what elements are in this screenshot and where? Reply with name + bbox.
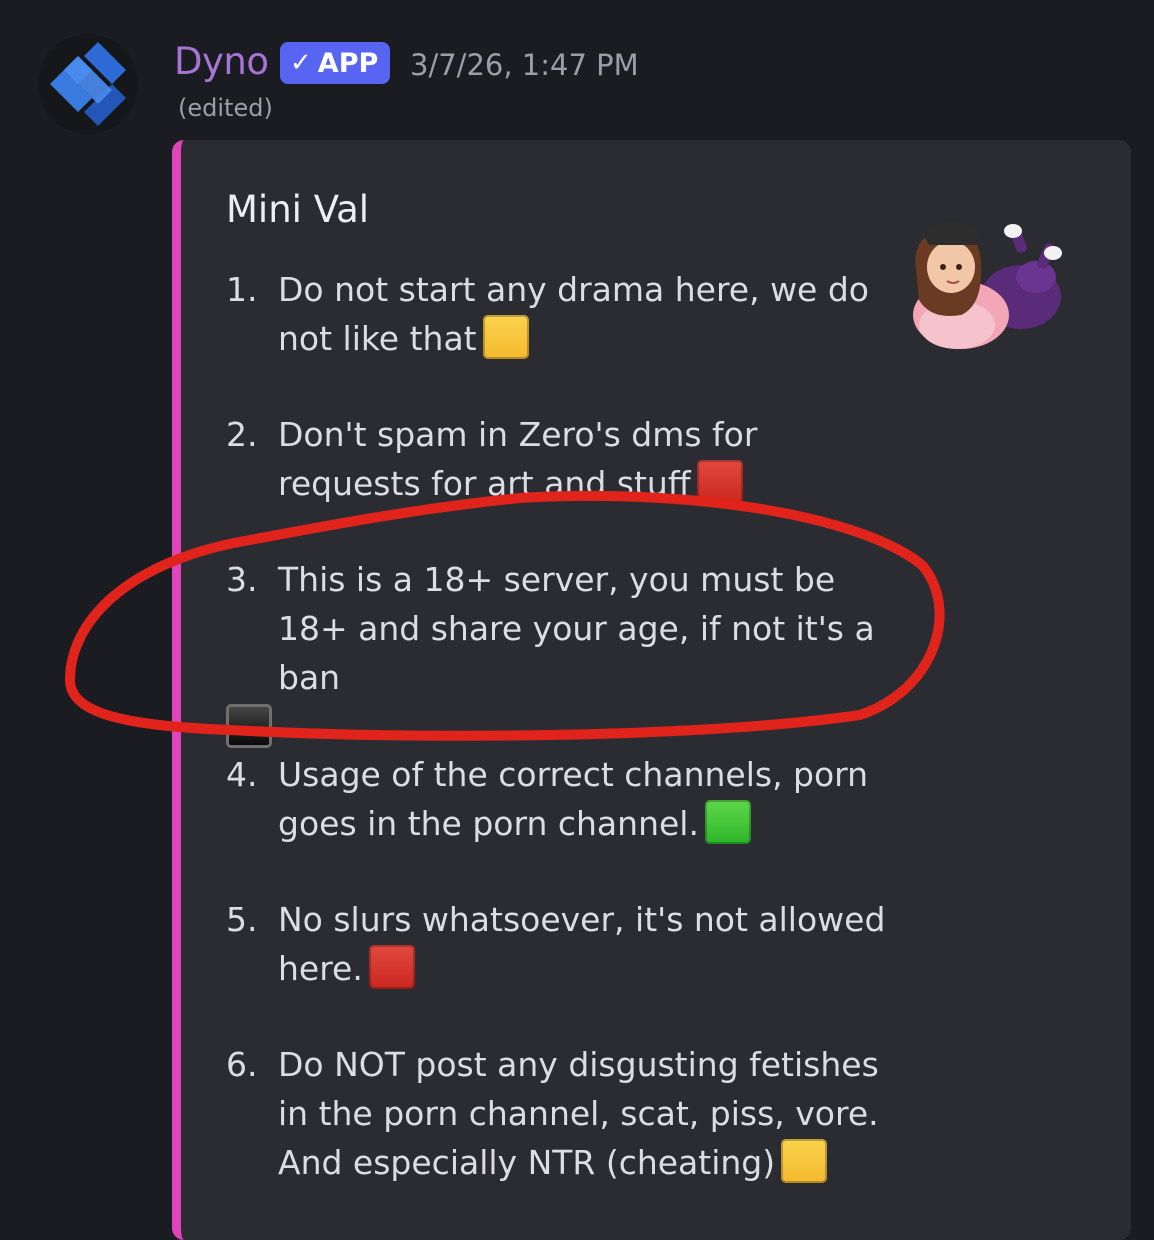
rule-text: Do not start any drama here, we do not l… <box>278 270 869 358</box>
black-square-icon <box>226 704 272 748</box>
rule-number: 3. <box>226 560 258 599</box>
green-square-icon <box>704 799 751 844</box>
rule-text: Usage of the correct channels, porn goes… <box>278 755 869 843</box>
rule-number: 6. <box>226 1045 258 1084</box>
timestamp[interactable]: 3/7/26, 1:47 PM <box>410 48 639 82</box>
rule-number: 4. <box>226 755 258 794</box>
rule-item: 6. Do NOT post any disgusting fetishes i… <box>226 1040 886 1187</box>
rule-item: 3. This is a 18+ server, you must be 18+… <box>226 555 886 748</box>
rule-item: 4. Usage of the correct channels, porn g… <box>226 750 886 848</box>
rule-number: 1. <box>226 270 258 309</box>
rule-number: 5. <box>226 900 258 939</box>
rule-item: 1. Do not start any drama here, we do no… <box>226 265 886 363</box>
rule-text: This is a 18+ server, you must be 18+ an… <box>278 560 875 697</box>
edited-label: (edited) <box>178 94 273 122</box>
app-badge: ✓ APP <box>280 42 391 84</box>
red-square-icon <box>368 944 415 989</box>
avatar[interactable] <box>38 34 138 134</box>
yellow-square-icon <box>781 1138 828 1183</box>
embed-card: Mini Val 1. Do not start any drama here,… <box>172 140 1131 1240</box>
app-badge-label: APP <box>317 47 379 79</box>
dyno-logo-icon <box>50 42 126 126</box>
embed-thumbnail[interactable] <box>901 205 1081 365</box>
rule-text: Don't spam in Zero's dms for requests fo… <box>278 415 758 503</box>
embed-title: Mini Val <box>226 188 370 231</box>
yellow-square-icon <box>482 314 529 359</box>
checkmark-icon: ✓ <box>290 48 312 78</box>
author-name[interactable]: Dyno <box>174 40 269 83</box>
rule-number: 2. <box>226 415 258 454</box>
rule-item: 2. Don't spam in Zero's dms for requests… <box>226 410 886 508</box>
red-square-icon <box>696 459 743 504</box>
rule-item: 5. No slurs whatsoever, it's not allowed… <box>226 895 886 993</box>
